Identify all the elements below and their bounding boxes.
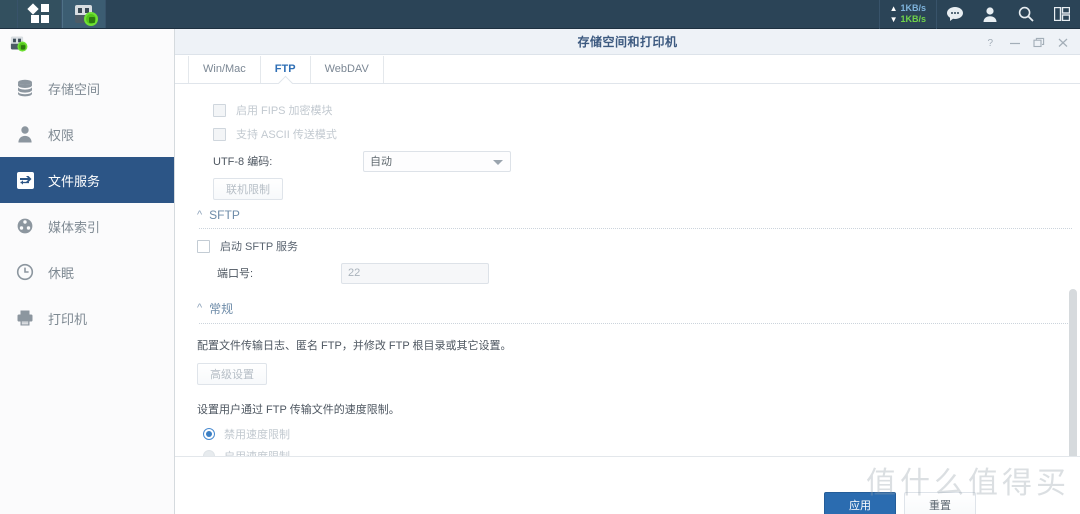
svg-text:?: ? — [987, 38, 993, 48]
network-speed-indicator[interactable]: ▲ ▼ 1KB/s 1KB/s — [878, 0, 936, 29]
sftp-section-header[interactable]: ^ SFTP — [191, 208, 1080, 222]
watermark: 值什么值得买 — [866, 466, 1070, 501]
sftp-enable-label: 启动 SFTP 服务 — [220, 241, 299, 253]
sidebar-item-label: 文件服务 — [48, 173, 101, 189]
taskbar-left-group — [0, 0, 106, 28]
network-arrows-icon: ▲ ▼ — [889, 4, 898, 24]
chevron-up-icon: ^ — [197, 208, 203, 221]
utf8-encoding-select[interactable]: 自动 — [363, 150, 511, 172]
sidebar-item-storage[interactable]: 存储空间 — [0, 65, 174, 111]
taskbar: ▲ ▼ 1KB/s 1KB/s — [0, 0, 1080, 29]
user-icon — [14, 123, 36, 145]
user-icon[interactable] — [972, 0, 1008, 29]
maximize-button[interactable] — [1028, 31, 1050, 53]
sidebar-item-permissions[interactable]: 权限 — [0, 111, 174, 157]
sftp-port-row: 端口号: 22 — [191, 258, 1080, 288]
tab-webdav[interactable]: WebDAV — [311, 56, 384, 83]
upload-speed: 1KB/s — [900, 3, 926, 13]
download-speed: 1KB/s — [900, 14, 926, 24]
general-section-title: 常规 — [209, 302, 234, 316]
file-transfer-icon — [14, 169, 36, 191]
taskbar-right-group: ▲ ▼ 1KB/s 1KB/s — [878, 0, 1080, 29]
section-divider — [199, 228, 1072, 229]
taskbar-main-menu-button[interactable] — [18, 0, 62, 28]
settings-content-panel: 启用 FIPS 加密模块 支持 ASCII 传送模式 UTF-8 编码: 自动 … — [175, 84, 1080, 482]
chevron-up-icon: ^ — [197, 302, 203, 314]
sidebar-item-media-index[interactable]: 媒体索引 — [0, 203, 174, 249]
section-divider — [199, 323, 1072, 324]
chat-icon[interactable] — [936, 0, 972, 29]
utf8-encoding-row: UTF-8 编码: 自动 — [191, 146, 1080, 176]
connection-limit-button[interactable]: 联机限制 — [213, 178, 283, 200]
taskbar-app-storage-printer[interactable] — [62, 0, 106, 28]
sftp-port-value: 22 — [348, 267, 361, 279]
sidebar: 存储空间 权限 文件服务 媒体索引 休眠 打印机 — [0, 29, 175, 514]
sidebar-item-file-services[interactable]: 文件服务 — [0, 157, 174, 203]
ascii-checkbox[interactable] — [213, 127, 226, 141]
sidebar-item-hibernation[interactable]: 休眠 — [0, 249, 174, 295]
chevron-down-icon — [493, 159, 503, 165]
sidebar-item-label: 媒体索引 — [48, 219, 101, 235]
content-scrollbar[interactable] — [1069, 289, 1077, 482]
squares-grid-icon — [26, 3, 51, 24]
application-window: 存储空间和打印机 ? Win/Mac FTP WebDAV 启用 FIPS 加密… — [175, 29, 1080, 514]
utf8-encoding-value: 自动 — [370, 156, 392, 168]
taskbar-edge-slot — [0, 0, 18, 28]
general-description: 配置文件传输日志、匿名 FTP，并修改 FTP 根目录或其它设置。 — [197, 340, 512, 352]
sftp-enable-row[interactable]: 启动 SFTP 服务 — [191, 234, 1080, 258]
radio-label: 禁用速度限制 — [224, 429, 290, 441]
fips-checkbox-row[interactable]: 启用 FIPS 加密模块 — [191, 98, 1080, 122]
advanced-settings-button[interactable]: 高级设置 — [197, 363, 267, 385]
sidebar-item-label: 权限 — [48, 127, 75, 143]
printer-icon — [14, 307, 36, 329]
radio-disable-speed-limit[interactable] — [203, 428, 215, 440]
radio-row-disable-speed-limit[interactable]: 禁用速度限制 — [191, 423, 1080, 445]
help-button[interactable]: ? — [980, 31, 1002, 53]
speed-limit-description: 设置用户通过 FTP 传输文件的速度限制。 — [197, 404, 400, 416]
sftp-port-input[interactable]: 22 — [341, 262, 489, 284]
sidebar-item-label: 存储空间 — [48, 81, 101, 97]
window-controls: ? — [980, 29, 1074, 55]
minimize-button[interactable] — [1004, 31, 1026, 53]
utf8-encoding-label: UTF-8 编码: — [213, 156, 273, 168]
film-reel-icon — [14, 215, 36, 237]
sidebar-nav-list: 存储空间 权限 文件服务 媒体索引 休眠 打印机 — [0, 65, 174, 341]
sidebar-app-logo — [0, 29, 174, 57]
database-icon — [14, 77, 36, 99]
window-title: 存储空间和打印机 — [577, 35, 678, 49]
fips-checkbox[interactable] — [213, 103, 226, 117]
close-button[interactable] — [1052, 31, 1074, 53]
desktop-screen: ▲ ▼ 1KB/s 1KB/s 存储空间 权限 文件服务 媒体索引 休眠 打印机… — [0, 0, 1080, 514]
usb-storage-icon — [71, 3, 98, 26]
sidebar-item-label: 休眠 — [48, 265, 75, 281]
sftp-section-title: SFTP — [209, 208, 240, 222]
tab-win-mac[interactable]: Win/Mac — [188, 56, 261, 83]
clock-icon — [14, 261, 36, 283]
sidebar-item-printer[interactable]: 打印机 — [0, 295, 174, 341]
fips-checkbox-label: 启用 FIPS 加密模块 — [236, 105, 333, 117]
ascii-checkbox-row[interactable]: 支持 ASCII 传送模式 — [191, 122, 1080, 146]
ascii-checkbox-label: 支持 ASCII 传送模式 — [236, 129, 337, 141]
sftp-port-label: 端口号: — [217, 268, 254, 280]
general-section-header[interactable]: ^ 常规 — [191, 300, 1080, 317]
window-title-bar: 存储空间和打印机 ? — [175, 29, 1080, 55]
tab-bar: Win/Mac FTP WebDAV — [175, 55, 1080, 84]
sidebar-item-label: 打印机 — [48, 311, 88, 327]
sftp-enable-checkbox[interactable] — [197, 239, 210, 253]
widgets-icon[interactable] — [1044, 0, 1080, 29]
usb-storage-icon — [8, 35, 28, 52]
search-icon[interactable] — [1008, 0, 1044, 29]
tab-ftp[interactable]: FTP — [261, 56, 311, 83]
